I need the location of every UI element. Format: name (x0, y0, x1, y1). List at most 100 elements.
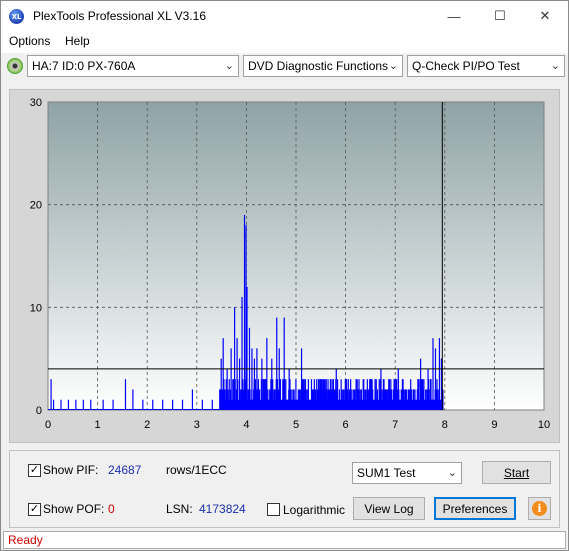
title-bar: XL PlexTools Professional XL V3.16 — ☐ ✕ (1, 1, 568, 31)
minimize-button[interactable]: — (431, 1, 477, 31)
x-tick-label: 8 (442, 419, 448, 431)
preferences-label: Preferences (442, 501, 508, 516)
sum-test-select[interactable]: SUM1 Test ⌄ (352, 462, 462, 484)
menu-options[interactable]: Options (9, 34, 50, 48)
lsn-value: 4173824 (199, 502, 246, 516)
pif-bar (236, 338, 238, 410)
pif-bar (67, 399, 70, 410)
pif-bar (310, 379, 313, 410)
app-logo-icon: XL (9, 9, 24, 24)
preferences-button[interactable]: Preferences (434, 497, 516, 520)
window-title: PlexTools Professional XL V3.16 (33, 9, 206, 23)
pif-value: 24687 (108, 463, 142, 477)
x-tick-label: 0 (45, 419, 51, 431)
logarithmic-checkbox[interactable] (267, 503, 280, 516)
show-pof-checkbox[interactable]: ✓ (28, 503, 41, 516)
pif-bar (276, 317, 278, 410)
start-button[interactable]: Start (482, 461, 551, 484)
view-log-label: View Log (364, 501, 414, 516)
x-tick-label: 10 (538, 419, 550, 431)
pif-bar (278, 348, 280, 410)
pif-bar (266, 338, 268, 410)
pif-bar (246, 286, 248, 410)
pif-bar (201, 399, 203, 410)
pif-bar (142, 399, 144, 410)
pif-bar (50, 379, 52, 410)
function-select[interactable]: DVD Diagnostic Functions ⌄ (243, 55, 403, 77)
pif-bar (191, 389, 194, 410)
pif-bar (355, 379, 357, 410)
test-select-value: Q-Check PI/PO Test (412, 59, 520, 73)
plot-area (47, 101, 545, 411)
y-tick-label: 0 (36, 405, 42, 417)
pif-bar (172, 399, 174, 410)
pif-bar (112, 399, 114, 410)
pif-bar (410, 379, 412, 410)
info-button[interactable]: i (528, 497, 551, 520)
x-tick-label: 3 (194, 419, 200, 431)
pif-bar (251, 348, 253, 410)
pif-bar (370, 379, 372, 410)
chevron-down-icon: ⌄ (224, 60, 234, 72)
pif-bar (320, 379, 322, 410)
y-tick-label: 30 (30, 97, 42, 109)
pif-bar (380, 368, 382, 410)
maximize-button[interactable]: ☐ (477, 1, 523, 31)
pif-bar (300, 348, 303, 410)
pif-bar (181, 399, 184, 410)
show-pif-label: Show PIF: (43, 463, 99, 477)
pif-bar (434, 348, 437, 410)
pif-bar (162, 399, 164, 410)
function-select-value: DVD Diagnostic Functions (248, 59, 389, 73)
info-icon: i (532, 501, 547, 516)
pif-bar (427, 368, 429, 410)
x-tick-label: 7 (392, 419, 398, 431)
pif-bar (335, 368, 337, 410)
pif-bar (102, 399, 104, 410)
menu-help[interactable]: Help (65, 34, 90, 48)
drive-select[interactable]: HA:7 ID:0 PX-760A ⌄ (27, 55, 239, 77)
pif-bar (438, 338, 441, 410)
pi-po-chart: 0 1 2 3 4 5 6 7 8 9 10 0 10 20 30 (30, 97, 550, 431)
pif-bar (243, 214, 246, 410)
toolbar: HA:7 ID:0 PX-760A ⌄ DVD Diagnostic Funct… (1, 53, 568, 81)
x-tick-label: 5 (293, 419, 299, 431)
chevron-down-icon: ⌄ (550, 60, 560, 72)
pif-bar (238, 358, 241, 410)
pif-bar (234, 307, 236, 410)
x-tick-label: 2 (144, 419, 150, 431)
minimize-icon: — (447, 8, 461, 24)
drive-select-value: HA:7 ID:0 PX-760A (32, 59, 136, 73)
sum-test-value: SUM1 Test (357, 466, 416, 480)
pif-bar (288, 368, 290, 410)
close-button[interactable]: ✕ (522, 1, 568, 31)
pof-value: 0 (108, 502, 115, 516)
show-pif-checkbox[interactable]: ✓ (28, 464, 41, 477)
chevron-down-icon: ⌄ (388, 60, 398, 72)
pif-bar (222, 338, 224, 410)
pif-bar (283, 317, 285, 410)
pif-bar (345, 379, 347, 410)
pif-bar (220, 358, 222, 410)
menu-bar: Options Help (1, 31, 568, 53)
y-tick-label: 20 (30, 200, 42, 212)
chevron-down-icon: ⌄ (447, 467, 457, 479)
test-select[interactable]: Q-Check PI/PO Test ⌄ (407, 55, 565, 77)
pif-bar (82, 399, 84, 410)
close-icon: ✕ (539, 8, 551, 23)
x-tick-label: 1 (95, 419, 101, 431)
chart-panel: 0 1 2 3 4 5 6 7 8 9 10 0 10 20 30 (9, 89, 560, 443)
status-text: Ready (8, 533, 43, 547)
pif-bar (256, 348, 258, 410)
view-log-button[interactable]: View Log (353, 497, 425, 520)
pif-bar (226, 368, 228, 410)
drive-disc-icon[interactable] (7, 58, 23, 74)
pif-bar (261, 358, 263, 410)
status-bar: Ready (3, 531, 566, 549)
pif-bar (271, 358, 273, 410)
pif-bar (132, 389, 134, 410)
lsn-label: LSN: (166, 502, 193, 516)
check-icon: ✓ (29, 464, 40, 476)
pif-bar (60, 399, 62, 410)
pif-bar (75, 399, 77, 410)
